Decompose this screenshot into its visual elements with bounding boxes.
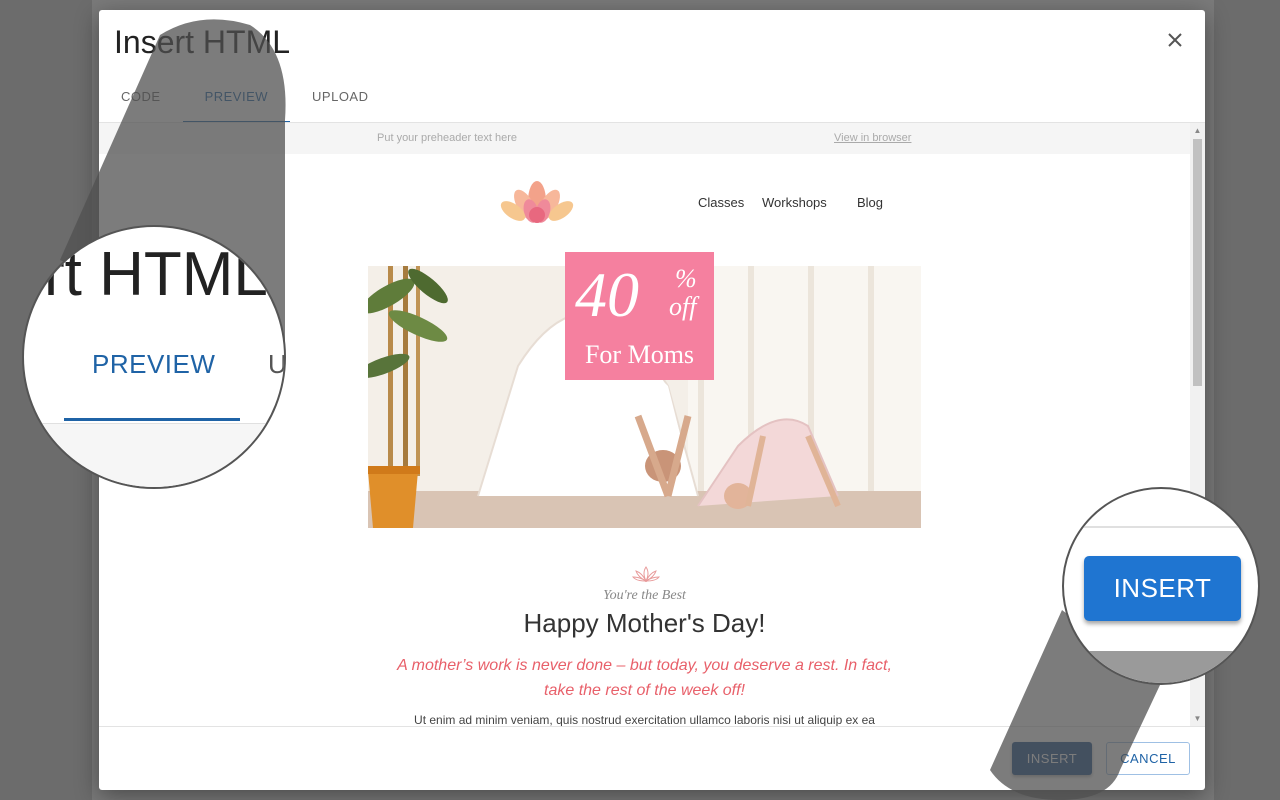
email-headline: Happy Mother's Day! (523, 608, 766, 638)
magnifier-tab-preview: PREVIEW (92, 349, 216, 379)
promo-amount: 40 (575, 259, 639, 330)
view-in-browser-link[interactable]: View in browser (834, 132, 911, 144)
email-body: Ut enim ad minim veniam, quis nostrud ex… (414, 713, 875, 726)
insert-button[interactable]: INSERT (1012, 742, 1092, 775)
nav-link-workshops[interactable]: Workshops (762, 195, 827, 210)
magnifier-insert: INSERT (1062, 487, 1260, 685)
nav-link-blog[interactable]: Blog (857, 195, 883, 210)
nav-link-classes[interactable]: Classes (698, 195, 744, 210)
tab-bar: CODE PREVIEW UPLOAD (99, 70, 391, 123)
dialog-title: Insert HTML (114, 24, 291, 60)
magnifier-title: rt HTML (44, 240, 268, 309)
scroll-down-icon[interactable]: ▼ (1190, 711, 1205, 726)
scroll-thumb[interactable] (1193, 139, 1202, 386)
tab-code[interactable]: CODE (99, 70, 183, 122)
preheader-text: Put your preheader text here (377, 132, 518, 144)
email-subtitle: You're the Best (603, 588, 686, 603)
email-nav: Classes Workshops Blog (495, 175, 895, 231)
magnifier-preheader-area (24, 424, 284, 487)
scroll-up-icon[interactable]: ▲ (1190, 123, 1205, 138)
magnifier-backdrop (1064, 651, 1258, 683)
magnifier-footer-divider (1064, 526, 1258, 528)
magnifier-tab-underline (64, 418, 240, 421)
cancel-button[interactable]: CANCEL (1106, 742, 1190, 775)
promo-label: For Moms (584, 340, 695, 369)
preheader-bar: Put your preheader text here View in bro… (99, 123, 1190, 154)
footer-divider (99, 726, 1205, 727)
lotus-divider-icon (632, 566, 660, 583)
promo-badge: 40 % off For Moms (565, 252, 714, 380)
email-intro: A mother’s work is never done – but toda… (397, 657, 892, 699)
magnifier-insert-button: INSERT (1084, 556, 1241, 621)
tab-preview[interactable]: PREVIEW (182, 70, 291, 123)
promo-percent: % (675, 264, 697, 293)
magnifier-tabs: rt HTML PREVIEW U (22, 225, 286, 489)
tab-upload[interactable]: UPLOAD (290, 70, 390, 122)
lotus-logo-icon (500, 181, 574, 223)
promo-off: off (669, 292, 697, 321)
close-button[interactable] (1163, 28, 1187, 52)
magnifier-tab-upload: U (268, 349, 286, 379)
close-icon (1168, 33, 1182, 47)
